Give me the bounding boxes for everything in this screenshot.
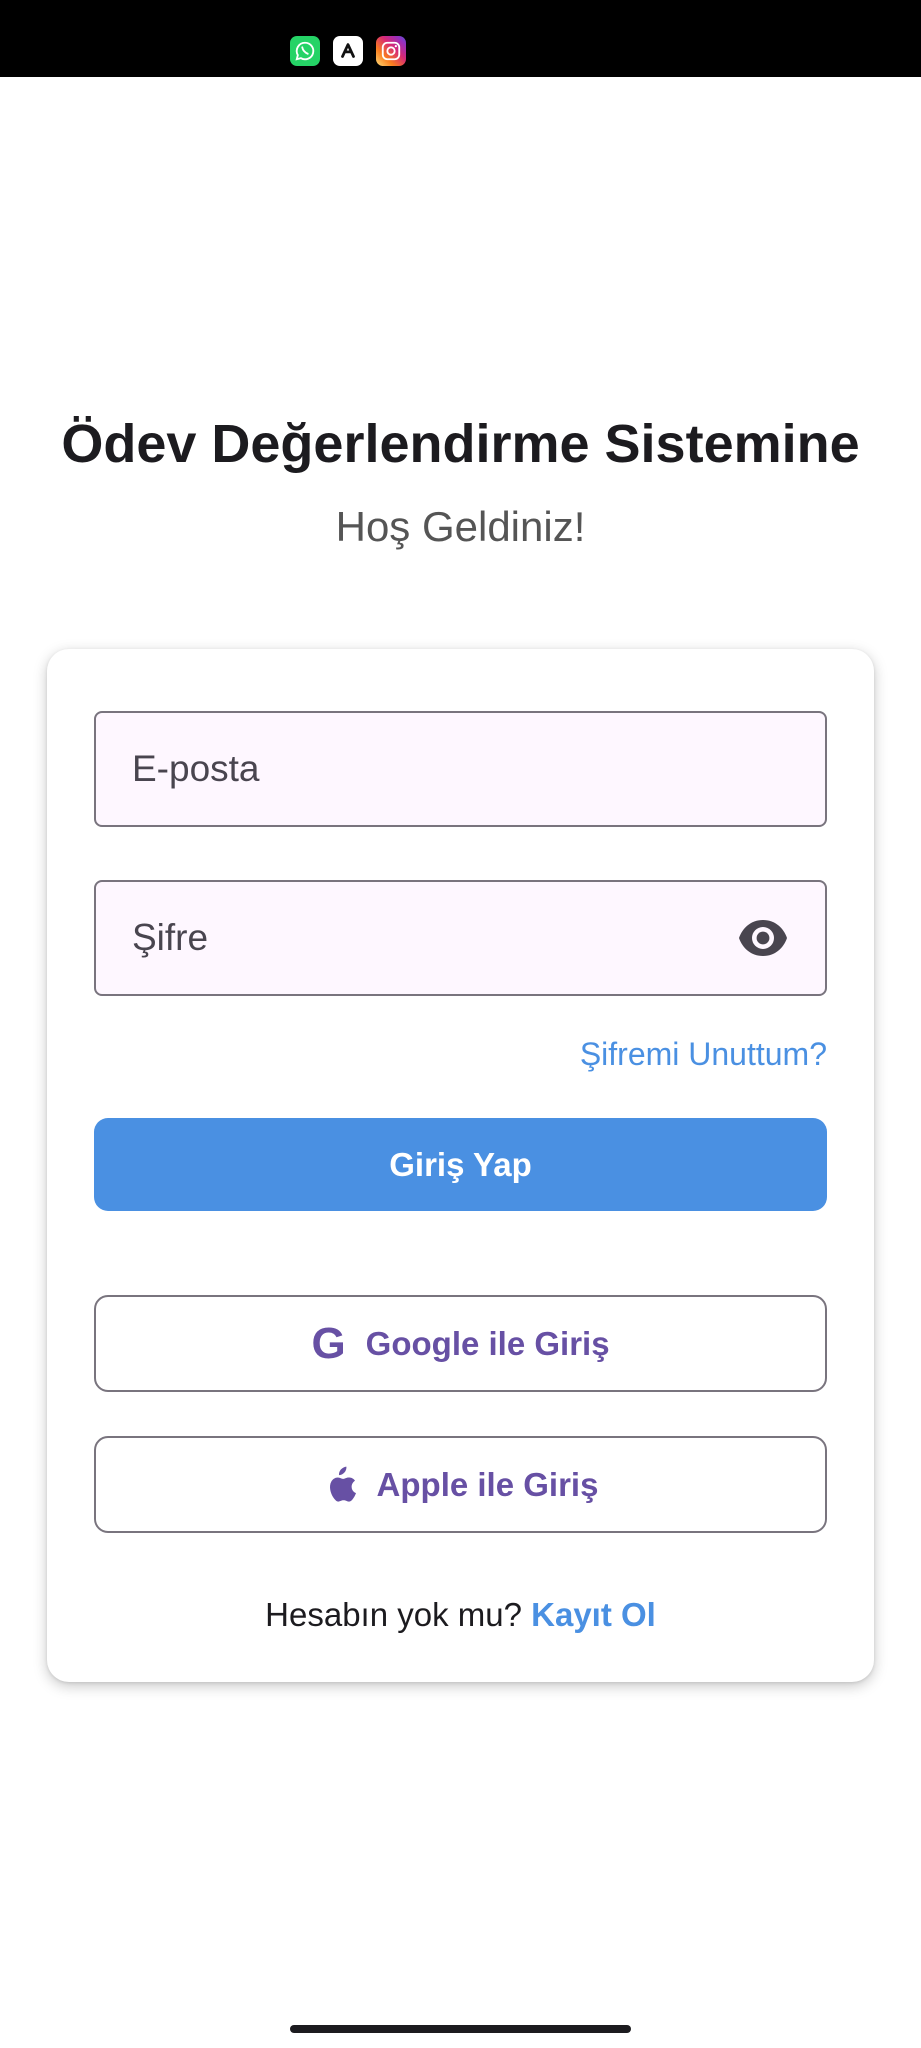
login-button[interactable]: Giriş Yap (94, 1118, 827, 1211)
password-field[interactable]: Şifre (94, 880, 827, 996)
apple-login-label: Apple ile Giriş (376, 1465, 599, 1503)
instagram-icon (376, 36, 406, 66)
home-indicator[interactable] (290, 2025, 631, 2033)
whatsapp-icon (290, 36, 320, 66)
app-icon (333, 36, 363, 66)
email-field[interactable]: E-posta (94, 711, 827, 827)
apple-login-button[interactable]: Apple ile Giriş (94, 1436, 827, 1533)
page-title: Ödev Değerlendirme Sistemine (61, 414, 860, 474)
page-subtitle: Hoş Geldiniz! (335, 503, 586, 550)
email-placeholder: E-posta (132, 748, 260, 789)
eye-icon[interactable] (737, 918, 789, 958)
no-account-text: Hesabın yok mu? (265, 1596, 522, 1633)
google-icon: G (311, 1318, 346, 1368)
signup-row: Hesabın yok mu? Kayıt Ol (47, 1596, 874, 1634)
apple-icon (329, 1466, 356, 1502)
status-bar (0, 0, 921, 77)
signup-link[interactable]: Kayıt Ol (531, 1596, 656, 1633)
google-login-button[interactable]: G Google ile Giriş (94, 1295, 827, 1392)
login-card: E-posta Şifre Şifremi Unuttum? Giriş Yap… (47, 649, 874, 1682)
google-login-label: Google ile Giriş (365, 1324, 610, 1362)
password-placeholder: Şifre (132, 917, 209, 958)
forgot-password-link[interactable]: Şifremi Unuttum? (580, 1036, 827, 1073)
